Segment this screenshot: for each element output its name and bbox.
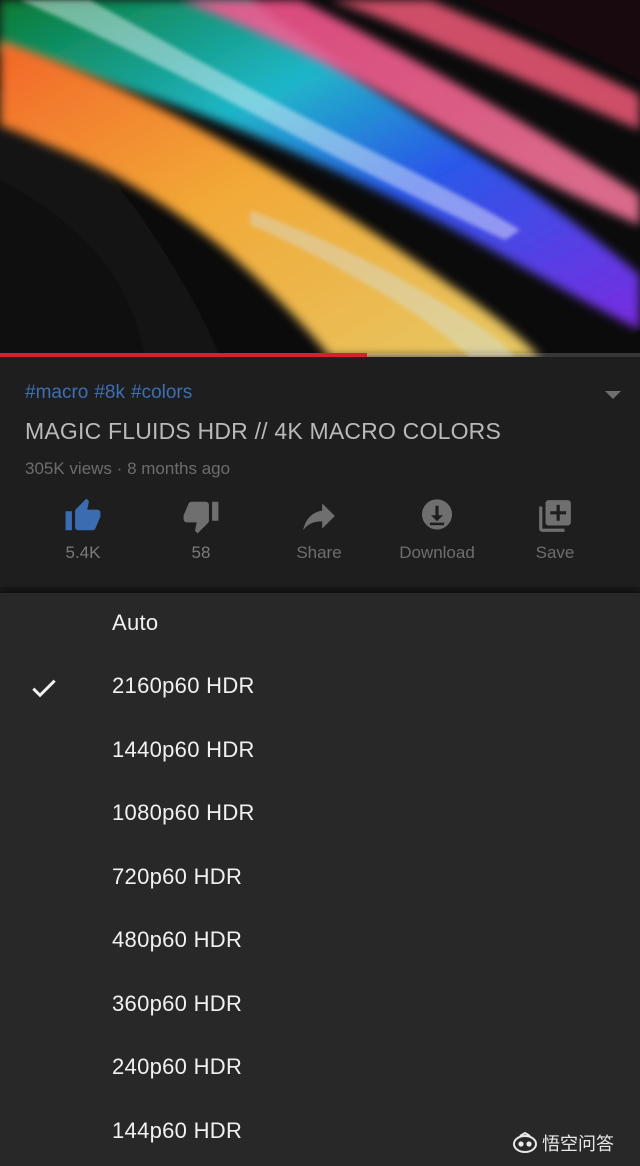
quality-menu-sheet: Auto 2160p60 HDR 1440p60 HDR 1080p60 HDR… [0,593,640,1166]
hashtag-list: #macro #8k #colors [25,382,198,404]
quality-option-240p60[interactable]: 240p60 HDR [0,1037,640,1100]
quality-option-label: 720p60 HDR [112,864,243,889]
quality-option-label: 2160p60 HDR [112,673,255,698]
expand-description-icon[interactable] [605,391,621,399]
app-screen: #macro #8k #colors MAGIC FLUIDS HDR // 4K … [0,0,640,1166]
meta-separator: · [116,459,123,478]
add-to-playlist-icon [536,497,574,535]
quality-option-label: Auto [112,610,159,635]
action-bar: 5.4K 58 Share Download Save [24,497,616,567]
quality-option-2160p60[interactable]: 2160p60 HDR [0,656,640,719]
quality-option-label: 360p60 HDR [112,991,243,1016]
quality-option-1080p60[interactable]: 1080p60 HDR [0,783,640,846]
quality-option-1440p60[interactable]: 1440p60 HDR [0,720,640,783]
thumb-down-icon [182,497,220,535]
save-button[interactable]: Save [496,497,614,567]
thumb-up-icon [64,497,102,535]
save-label: Save [535,543,575,562]
quality-option-auto[interactable]: Auto [0,593,640,656]
watermark: 悟空问答 [512,1128,614,1158]
share-button[interactable]: Share [260,497,378,567]
video-frame [0,0,640,357]
quality-option-720p60[interactable]: 720p60 HDR [0,847,640,910]
download-icon [418,497,456,535]
quality-option-360p60[interactable]: 360p60 HDR [0,974,640,1037]
quality-option-label: 144p60 HDR [112,1118,243,1143]
checkmark-icon [32,679,56,698]
quality-option-label: 480p60 HDR [112,927,243,952]
wukong-logo-icon [513,1132,537,1153]
video-player[interactable] [0,0,640,357]
dislike-button[interactable]: 58 [142,497,260,567]
video-title: MAGIC FLUIDS HDR // 4K MACRO COLORS [25,418,502,444]
hashtag-link[interactable]: #macro [25,382,88,403]
quality-option-label: 1440p60 HDR [112,737,255,762]
share-arrow-icon [300,497,338,535]
download-button[interactable]: Download [378,497,496,567]
watermark-text: 悟空问答 [542,1134,614,1154]
share-label: Share [296,543,342,562]
quality-option-label: 1080p60 HDR [112,800,255,825]
download-label: Download [399,543,475,562]
video-meta: 305K views · 8 months ago [25,459,230,479]
hashtag-link[interactable]: #8k [94,382,125,403]
like-button[interactable]: 5.4K [24,497,142,567]
view-count: 305K views [25,459,112,478]
hashtag-link[interactable]: #colors [131,382,192,403]
quality-option-480p60[interactable]: 480p60 HDR [0,910,640,973]
upload-age: 8 months ago [127,459,231,478]
quality-option-label: 240p60 HDR [112,1054,243,1079]
like-count: 5.4K [65,543,101,562]
video-info-panel: #macro #8k #colors MAGIC FLUIDS HDR // 4K … [0,357,640,587]
dislike-count: 58 [191,543,211,562]
